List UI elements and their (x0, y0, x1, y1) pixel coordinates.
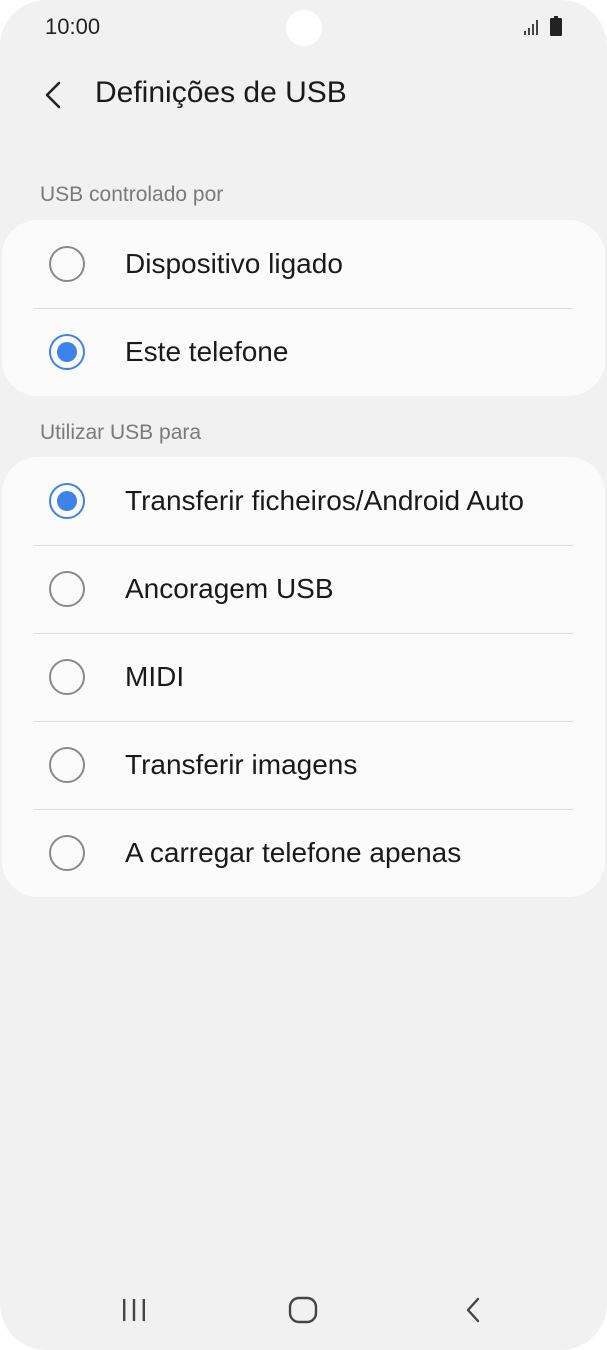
nav-back-button[interactable] (443, 1280, 503, 1340)
option-label: Ancoragem USB (125, 573, 334, 604)
option-row-charging-only[interactable]: A carregar telefone apenas (2, 809, 605, 897)
option-label: Dispositivo ligado (125, 248, 343, 279)
radio-midi[interactable] (49, 659, 85, 695)
radio-transfer-files[interactable] (49, 483, 85, 519)
home-button[interactable] (273, 1280, 333, 1340)
battery-icon (550, 16, 562, 36)
option-label: Transferir imagens (125, 749, 358, 780)
usb-controlled-by-card: Dispositivo ligado Este telefone (2, 220, 605, 396)
option-row-usb-tethering[interactable]: Ancoragem USB (2, 545, 605, 633)
option-label: A carregar telefone apenas (125, 837, 462, 868)
option-row-transfer-files[interactable]: Transferir ficheiros/Android Auto (2, 457, 605, 545)
section-label-use-usb-for: Utilizar USB para (40, 421, 202, 444)
radio-charging-only[interactable] (49, 835, 85, 871)
recent-apps-button[interactable] (104, 1280, 164, 1340)
signal-icon (524, 20, 538, 35)
status-time: 10:00 (45, 14, 101, 39)
status-bar: 10:00 (0, 0, 607, 56)
chevron-left-icon (45, 81, 61, 109)
option-row-connected-device[interactable]: Dispositivo ligado (2, 220, 605, 308)
radio-this-phone[interactable] (49, 334, 85, 370)
section-label-usb-controlled-by: USB controlado por (40, 183, 224, 206)
recent-apps-icon (123, 1299, 145, 1321)
navigation-bar (0, 1270, 607, 1350)
option-row-transfer-images[interactable]: Transferir imagens (2, 721, 605, 809)
radio-connected-device[interactable] (49, 246, 85, 282)
home-icon (288, 1296, 318, 1324)
use-usb-for-card: Transferir ficheiros/Android Auto Ancora… (2, 457, 605, 897)
option-label: MIDI (125, 661, 185, 692)
camera-cutout (286, 10, 322, 46)
option-label: Este telefone (125, 336, 289, 367)
option-label: Transferir ficheiros/Android Auto (125, 485, 524, 516)
option-row-midi[interactable]: MIDI (2, 633, 605, 721)
back-icon (466, 1297, 480, 1323)
phone-screen: 10:00 Definições de USB USB controlado p… (0, 0, 607, 1350)
back-button[interactable] (30, 72, 76, 118)
radio-usb-tethering[interactable] (49, 571, 85, 607)
app-header: Definições de USB (0, 60, 607, 130)
radio-transfer-images[interactable] (49, 747, 85, 783)
page-title: Definições de USB (95, 76, 347, 109)
option-row-this-phone[interactable]: Este telefone (2, 308, 605, 396)
